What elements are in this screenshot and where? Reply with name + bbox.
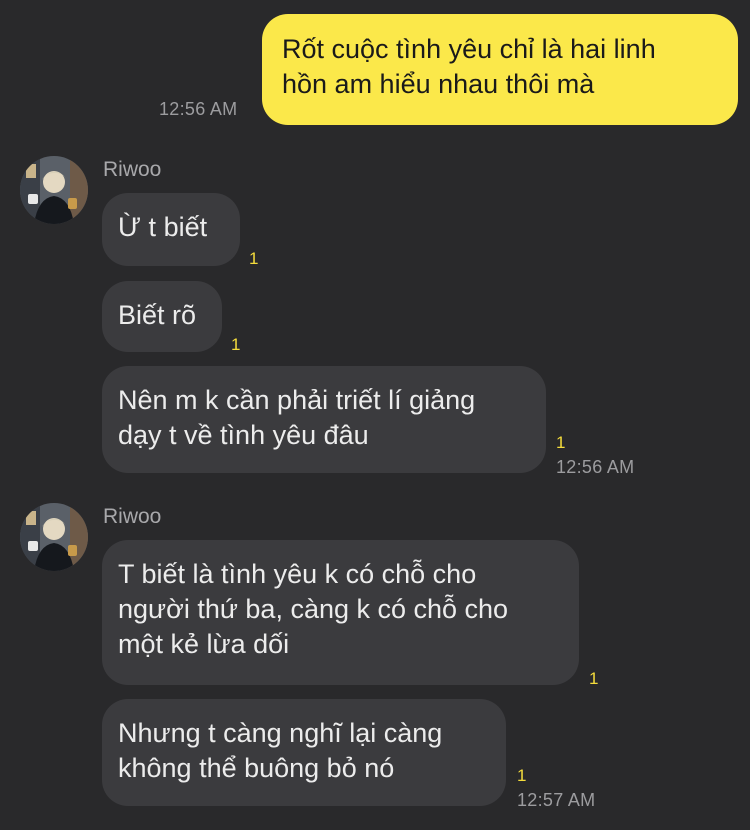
outgoing-message-bubble[interactable]: Rốt cuộc tình yêu chỉ là hai linh hồn am… (262, 14, 738, 125)
sender-name: Riwoo (103, 505, 162, 528)
avatar-photo (20, 503, 88, 571)
incoming-message-bubble[interactable]: T biết là tình yêu k có chỗ cho người th… (102, 540, 579, 685)
sender-avatar[interactable] (20, 156, 88, 224)
unread-count: 1 (556, 433, 566, 452)
sender-name: Riwoo (103, 158, 162, 181)
incoming-message-bubble[interactable]: Ừ t biết (102, 193, 240, 266)
message-timestamp: 12:56 AM (159, 99, 238, 119)
chat-screen: 12:56 AM Rốt cuộc tình yêu chỉ là hai li… (0, 0, 750, 830)
unread-count: 1 (249, 249, 259, 268)
sender-avatar[interactable] (20, 503, 88, 571)
unread-count: 1 (517, 766, 527, 785)
incoming-message-bubble[interactable]: Nhưng t càng nghĩ lại càng không thể buô… (102, 699, 506, 806)
incoming-message-bubble[interactable]: Biết rõ (102, 281, 222, 352)
incoming-message-bubble[interactable]: Nên m k cần phải triết lí giảng dạy t về… (102, 366, 546, 473)
message-timestamp: 12:56 AM (556, 457, 635, 477)
message-timestamp: 12:57 AM (517, 790, 596, 810)
avatar-photo (20, 156, 88, 224)
unread-count: 1 (231, 335, 241, 354)
unread-count: 1 (589, 669, 599, 688)
